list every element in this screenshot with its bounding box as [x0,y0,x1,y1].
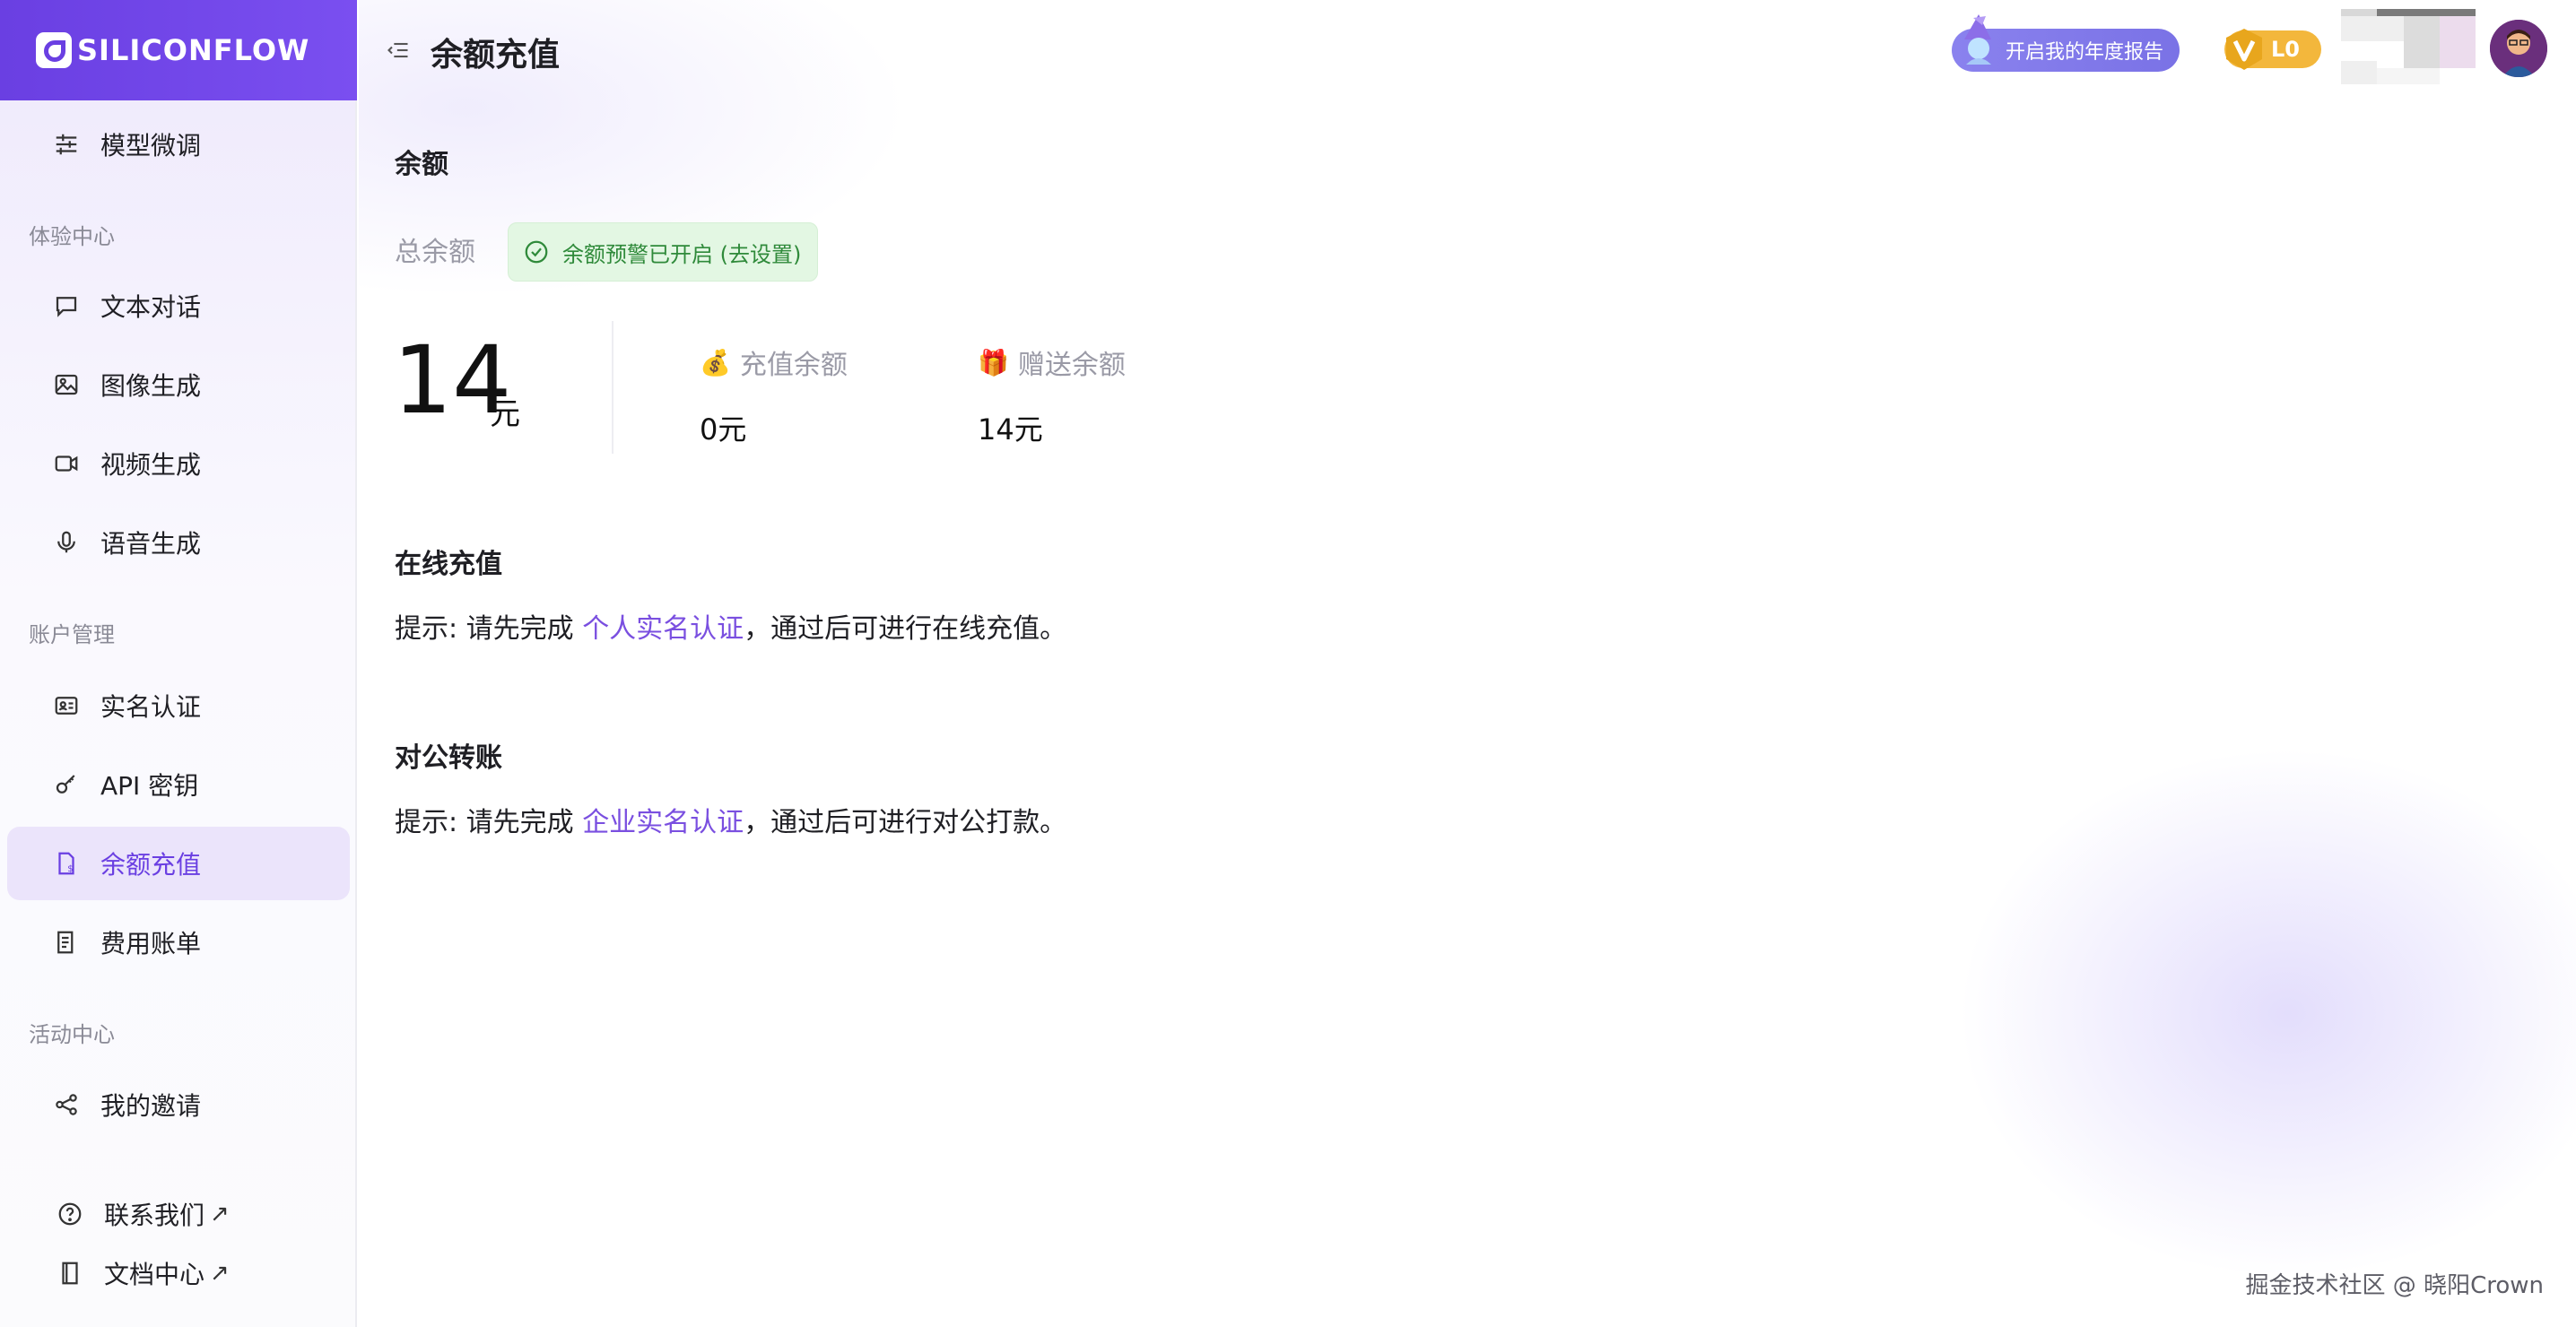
hint-suffix: ，通过后可进行对公打款。 [744,807,1067,838]
hint-suffix: ，通过后可进行在线充值。 [744,613,1067,645]
balance-section-title: 余额 [395,149,448,180]
enterprise-verification-link[interactable]: 企业实名认证 [582,807,744,838]
wallet-icon: $ [50,847,83,880]
check-circle-icon [525,240,548,264]
sidebar-item-label: 余额充值 [100,850,202,880]
annual-report-button[interactable]: 开启我的年度报告 [1952,14,2180,72]
vip-v-icon [2223,27,2266,72]
corporate-transfer-title: 对公转账 [395,742,502,774]
book-icon [54,1257,86,1289]
microphone-icon [50,526,83,559]
gift-balance-label-text: 赠送余额 [1017,350,1126,381]
sidebar-link-contact[interactable]: 联系我们 ↗ [7,1187,350,1241]
hint-prefix: 提示: 请先完成 [395,807,583,838]
external-link-icon: ↗ [210,1260,230,1287]
sidebar-item-recharge[interactable]: $ 余额充值 [7,827,350,900]
chat-icon [50,290,83,322]
bill-icon [50,926,83,958]
sidebar-item-label: 联系我们 [104,1201,205,1230]
sidebar-item-label: API 密钥 [100,771,199,801]
money-bag-icon: 💰 [700,347,731,377]
personal-verification-link[interactable]: 个人实名认证 [582,613,744,645]
sidebar-item-real-name[interactable]: 实名认证 [7,669,350,742]
balance-alert-badge[interactable]: 余额预警已开启 (去设置) [508,222,819,282]
share-icon [50,1088,83,1121]
key-icon [50,768,83,801]
avatar[interactable] [2490,20,2547,77]
app-root: SILICONFLOW 模型微调 体验中心 文本对话 图像生成 视频生成 语音生… [0,0,2576,1327]
sidebar-item-api-key[interactable]: API 密钥 [7,748,350,821]
corporate-transfer-hint: 提示: 请先完成 企业实名认证，通过后可进行对公打款。 [395,800,1066,839]
id-card-icon [50,690,83,722]
image-icon [50,369,83,401]
recharge-balance-value: 0元 [700,412,747,447]
gift-balance-label: 🎁 赠送余额 [978,343,1126,382]
nav-group-label: 体验中心 [29,224,115,249]
wizard-icon [1955,13,2006,70]
sidebar-item-text-chat[interactable]: 文本对话 [7,269,350,343]
redacted-username-block [2341,9,2476,84]
page-title: 余额充值 [431,37,561,74]
sidebar-item-label: 模型微调 [100,131,202,160]
sidebar-item-label: 费用账单 [100,929,202,958]
sidebar-item-label: 文本对话 [100,292,202,322]
brand-logo[interactable]: SILICONFLOW [0,0,357,100]
sidebar-item-label: 图像生成 [100,371,202,401]
total-balance-unit: 元 [490,396,520,432]
nav-group-label: 活动中心 [29,1022,115,1047]
sidebar-item-image-gen[interactable]: 图像生成 [7,348,350,421]
sliders-icon [50,128,83,160]
hint-prefix: 提示: 请先完成 [395,613,583,645]
sidebar-link-docs[interactable]: 文档中心 ↗ [7,1246,350,1300]
watermark: 掘金技术社区 @ 晓阳Crown [2245,1272,2544,1299]
nav-group-label: 账户管理 [29,622,115,647]
gift-balance-block: 🎁 赠送余额 14元 [978,343,1126,448]
recharge-balance-label: 💰 充值余额 [700,343,848,382]
sidebar-item-label: 我的邀请 [100,1091,202,1121]
brand-name: SILICONFLOW [77,33,310,67]
help-circle-icon [54,1198,86,1230]
svg-text:$: $ [67,864,73,874]
balance-alert-text: 余额预警已开启 (去设置) [562,241,802,267]
external-link-icon: ↗ [210,1201,230,1227]
collapse-sidebar-icon[interactable] [386,38,411,63]
annual-report-label: 开启我的年度报告 [2006,41,2164,64]
sidebar-item-label: 实名认证 [100,692,202,722]
divider [612,321,614,454]
sidebar-item-label: 视频生成 [100,450,202,480]
gift-balance-value: 14元 [978,412,1043,447]
video-icon [50,447,83,480]
sidebar-item-label: 文档中心 [104,1260,205,1289]
sidebar-item-invites[interactable]: 我的邀请 [7,1068,350,1141]
total-balance-label: 总余额 [395,237,475,268]
gift-icon: 🎁 [978,347,1009,377]
top-bar: 余额充值 开启我的年度报告 L0 [359,0,2576,100]
sidebar: SILICONFLOW 模型微调 体验中心 文本对话 图像生成 视频生成 语音生… [0,0,357,1327]
level-label: L0 [2271,37,2300,62]
online-recharge-title: 在线充值 [395,549,502,580]
logo-icon [36,32,72,68]
main-content: 余额充值 开启我的年度报告 L0 余额 总余额 余额预警已开启 (去设置) 14… [359,0,2576,1327]
sidebar-item-voice-gen[interactable]: 语音生成 [7,506,350,579]
recharge-balance-block: 💰 充值余额 0元 [700,343,848,448]
sidebar-item-fine-tune[interactable]: 模型微调 [7,108,350,181]
sidebar-item-label: 语音生成 [100,529,202,559]
level-badge[interactable]: L0 [2224,29,2321,70]
sidebar-item-billing[interactable]: 费用账单 [7,906,350,979]
sidebar-item-video-gen[interactable]: 视频生成 [7,427,350,500]
online-recharge-hint: 提示: 请先完成 个人实名认证，通过后可进行在线充值。 [395,606,1066,646]
recharge-balance-label-text: 充值余额 [739,350,848,381]
